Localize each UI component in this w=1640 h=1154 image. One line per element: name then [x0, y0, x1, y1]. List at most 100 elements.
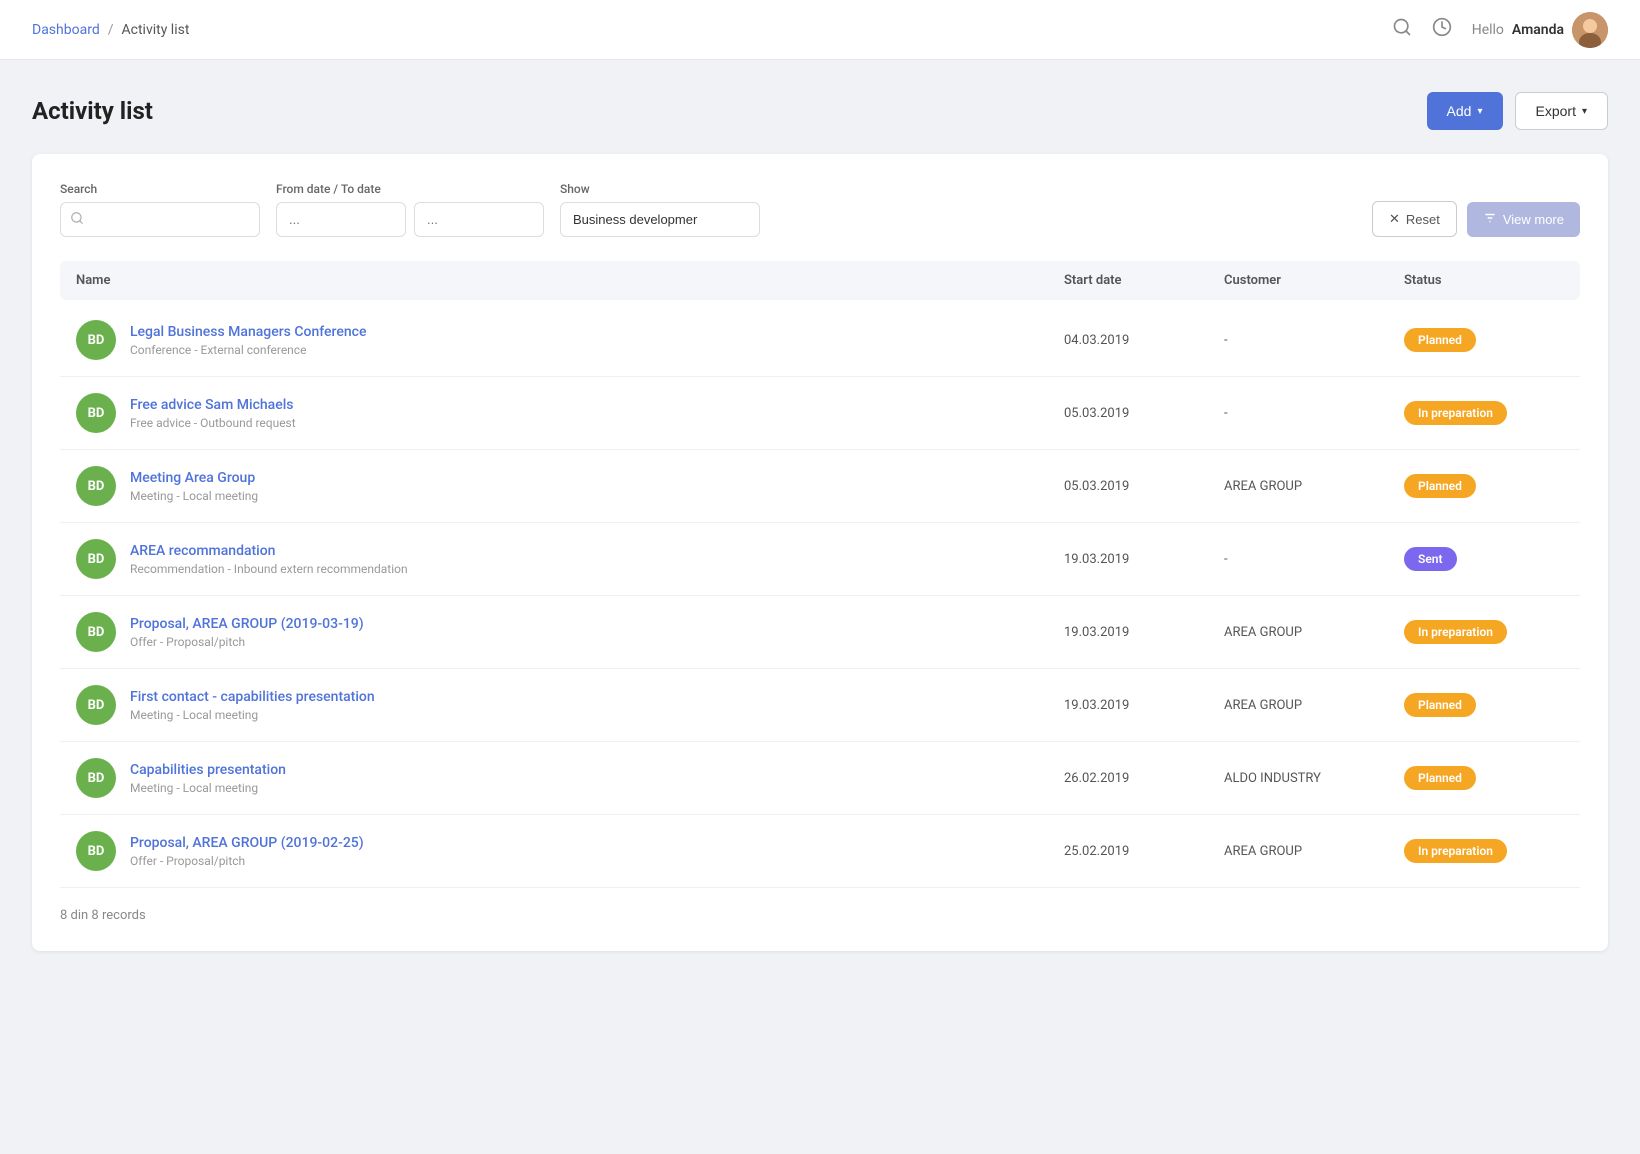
item-name[interactable]: Proposal, AREA GROUP (2019-03-19) — [130, 616, 364, 632]
col-customer-header: Customer — [1224, 273, 1404, 288]
reset-x-icon: ✕ — [1389, 211, 1400, 227]
item-name[interactable]: Capabilities presentation — [130, 762, 286, 778]
table-row[interactable]: BD Meeting Area Group Meeting - Local me… — [60, 450, 1580, 523]
customer-cell: - — [1224, 333, 1404, 348]
item-sub: Conference - External conference — [130, 343, 366, 357]
add-chevron-icon: ▾ — [1477, 106, 1482, 117]
table-body: BD Legal Business Managers Conference Co… — [60, 304, 1580, 888]
table-row[interactable]: BD Proposal, AREA GROUP (2019-03-19) Off… — [60, 596, 1580, 669]
date-cell: 25.02.2019 — [1064, 844, 1224, 859]
table-row[interactable]: BD Capabilities presentation Meeting - L… — [60, 742, 1580, 815]
item-sub: Free advice - Outbound request — [130, 416, 296, 430]
bd-badge: BD — [76, 831, 116, 871]
bd-badge: BD — [76, 320, 116, 360]
status-badge: Sent — [1404, 547, 1457, 571]
date-label: From date / To date — [276, 182, 544, 196]
table-row[interactable]: BD Free advice Sam Michaels Free advice … — [60, 377, 1580, 450]
status-cell: In preparation — [1404, 839, 1564, 863]
date-cell: 19.03.2019 — [1064, 552, 1224, 567]
activity-table: Name Start date Customer Status BD Legal… — [60, 261, 1580, 888]
item-sub: Meeting - Local meeting — [130, 708, 375, 722]
item-name[interactable]: AREA recommandation — [130, 543, 408, 559]
status-badge: In preparation — [1404, 839, 1507, 863]
status-cell: Planned — [1404, 693, 1564, 717]
name-cell: BD Meeting Area Group Meeting - Local me… — [76, 466, 1064, 506]
item-name[interactable]: Free advice Sam Michaels — [130, 397, 296, 413]
status-badge: Planned — [1404, 693, 1476, 717]
search-filter-group: Search — [60, 182, 260, 237]
table-row[interactable]: BD AREA recommandation Recommendation - … — [60, 523, 1580, 596]
breadcrumb: Dashboard / Activity list — [32, 22, 189, 38]
header: Dashboard / Activity list Hello Amanda — [0, 0, 1640, 60]
name-cell: BD Capabilities presentation Meeting - L… — [76, 758, 1064, 798]
name-info: Free advice Sam Michaels Free advice - O… — [130, 397, 296, 430]
hello-label: Hello — [1472, 22, 1504, 38]
date-filter-group: From date / To date — [276, 182, 544, 237]
date-cell: 05.03.2019 — [1064, 479, 1224, 494]
filter-bar: Search From date / To date — [60, 182, 1580, 237]
export-button[interactable]: Export ▾ — [1515, 92, 1609, 130]
status-badge: In preparation — [1404, 620, 1507, 644]
clock-icon[interactable] — [1432, 17, 1452, 42]
name-cell: BD Legal Business Managers Conference Co… — [76, 320, 1064, 360]
to-date-input[interactable] — [414, 202, 544, 237]
breadcrumb-current: Activity list — [122, 22, 190, 38]
breadcrumb-dashboard-link[interactable]: Dashboard — [32, 22, 100, 38]
name-cell: BD Proposal, AREA GROUP (2019-02-25) Off… — [76, 831, 1064, 871]
item-name[interactable]: Legal Business Managers Conference — [130, 324, 366, 340]
item-sub: Offer - Proposal/pitch — [130, 635, 364, 649]
search-icon[interactable] — [1392, 17, 1412, 42]
reset-button[interactable]: ✕ Reset — [1372, 201, 1457, 237]
item-name[interactable]: Proposal, AREA GROUP (2019-02-25) — [130, 835, 364, 851]
page-title: Activity list — [32, 97, 153, 125]
status-cell: Planned — [1404, 766, 1564, 790]
search-input[interactable] — [60, 202, 260, 237]
name-cell: BD Free advice Sam Michaels Free advice … — [76, 393, 1064, 433]
show-input[interactable] — [560, 202, 760, 237]
header-right: Hello Amanda — [1392, 12, 1608, 48]
status-cell: Planned — [1404, 474, 1564, 498]
name-info: Capabilities presentation Meeting - Loca… — [130, 762, 286, 795]
status-cell: In preparation — [1404, 620, 1564, 644]
bd-badge: BD — [76, 466, 116, 506]
table-row[interactable]: BD Legal Business Managers Conference Co… — [60, 304, 1580, 377]
avatar-image — [1572, 12, 1608, 48]
avatar[interactable] — [1572, 12, 1608, 48]
status-badge: In preparation — [1404, 401, 1507, 425]
view-more-button[interactable]: View more — [1467, 202, 1580, 237]
date-cell: 19.03.2019 — [1064, 698, 1224, 713]
name-info: AREA recommandation Recommendation - Inb… — [130, 543, 408, 576]
main-card: Search From date / To date — [32, 154, 1608, 951]
bd-badge: BD — [76, 539, 116, 579]
name-info: Meeting Area Group Meeting - Local meeti… — [130, 470, 258, 503]
page-actions: Add ▾ Export ▾ — [1427, 92, 1608, 130]
status-badge: Planned — [1404, 328, 1476, 352]
export-chevron-icon: ▾ — [1582, 106, 1587, 117]
add-button[interactable]: Add ▾ — [1427, 92, 1503, 130]
date-cell: 26.02.2019 — [1064, 771, 1224, 786]
search-field-icon — [70, 211, 84, 229]
breadcrumb-separator: / — [108, 22, 114, 38]
item-name[interactable]: First contact - capabilities presentatio… — [130, 689, 375, 705]
bd-badge: BD — [76, 758, 116, 798]
name-info: Legal Business Managers Conference Confe… — [130, 324, 366, 357]
date-inputs — [276, 202, 544, 237]
show-filter-group: Show — [560, 182, 760, 237]
date-cell: 04.03.2019 — [1064, 333, 1224, 348]
name-info: Proposal, AREA GROUP (2019-02-25) Offer … — [130, 835, 364, 868]
name-cell: BD First contact - capabilities presenta… — [76, 685, 1064, 725]
status-cell: In preparation — [1404, 401, 1564, 425]
records-count: 8 din 8 records — [60, 908, 146, 923]
item-sub: Meeting - Local meeting — [130, 489, 258, 503]
item-name[interactable]: Meeting Area Group — [130, 470, 258, 486]
search-label: Search — [60, 182, 260, 196]
table-row[interactable]: BD Proposal, AREA GROUP (2019-02-25) Off… — [60, 815, 1580, 888]
customer-cell: ALDO INDUSTRY — [1224, 771, 1404, 786]
col-name-header: Name — [76, 273, 1064, 288]
from-date-input[interactable] — [276, 202, 406, 237]
name-cell: BD Proposal, AREA GROUP (2019-03-19) Off… — [76, 612, 1064, 652]
table-row[interactable]: BD First contact - capabilities presenta… — [60, 669, 1580, 742]
header-user: Hello Amanda — [1472, 12, 1608, 48]
name-info: Proposal, AREA GROUP (2019-03-19) Offer … — [130, 616, 364, 649]
page-header: Activity list Add ▾ Export ▾ — [32, 92, 1608, 130]
